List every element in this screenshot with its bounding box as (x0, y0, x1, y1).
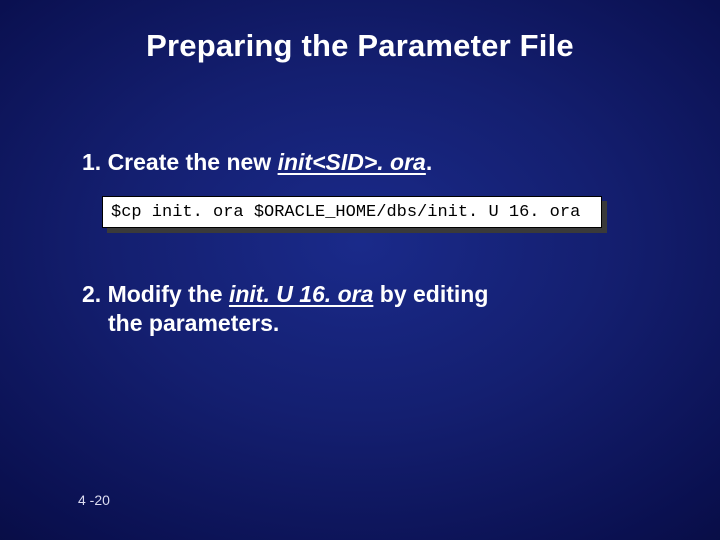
step-1-prefix: 1. Create the new (82, 149, 278, 175)
slide-number: 4 -20 (78, 492, 110, 508)
slide-title: Preparing the Parameter File (0, 28, 720, 64)
step-2-filename: init. U 16. ora (229, 281, 373, 307)
step-1: 1. Create the new init<SID>. ora. (82, 148, 660, 177)
step-1-suffix: . (426, 149, 432, 175)
code-command: $cp init. ora $ORACLE_HOME/dbs/init. U 1… (102, 196, 602, 228)
step-2-suffix: by editing (373, 281, 488, 307)
step-1-filename: init<SID>. ora (278, 149, 426, 175)
step-2-line2: the parameters. (108, 310, 279, 336)
code-box: $cp init. ora $ORACLE_HOME/dbs/init. U 1… (102, 196, 602, 228)
step-2: 2. Modify the init. U 16. ora by editing… (82, 280, 660, 338)
step-2-prefix: 2. Modify the (82, 281, 229, 307)
